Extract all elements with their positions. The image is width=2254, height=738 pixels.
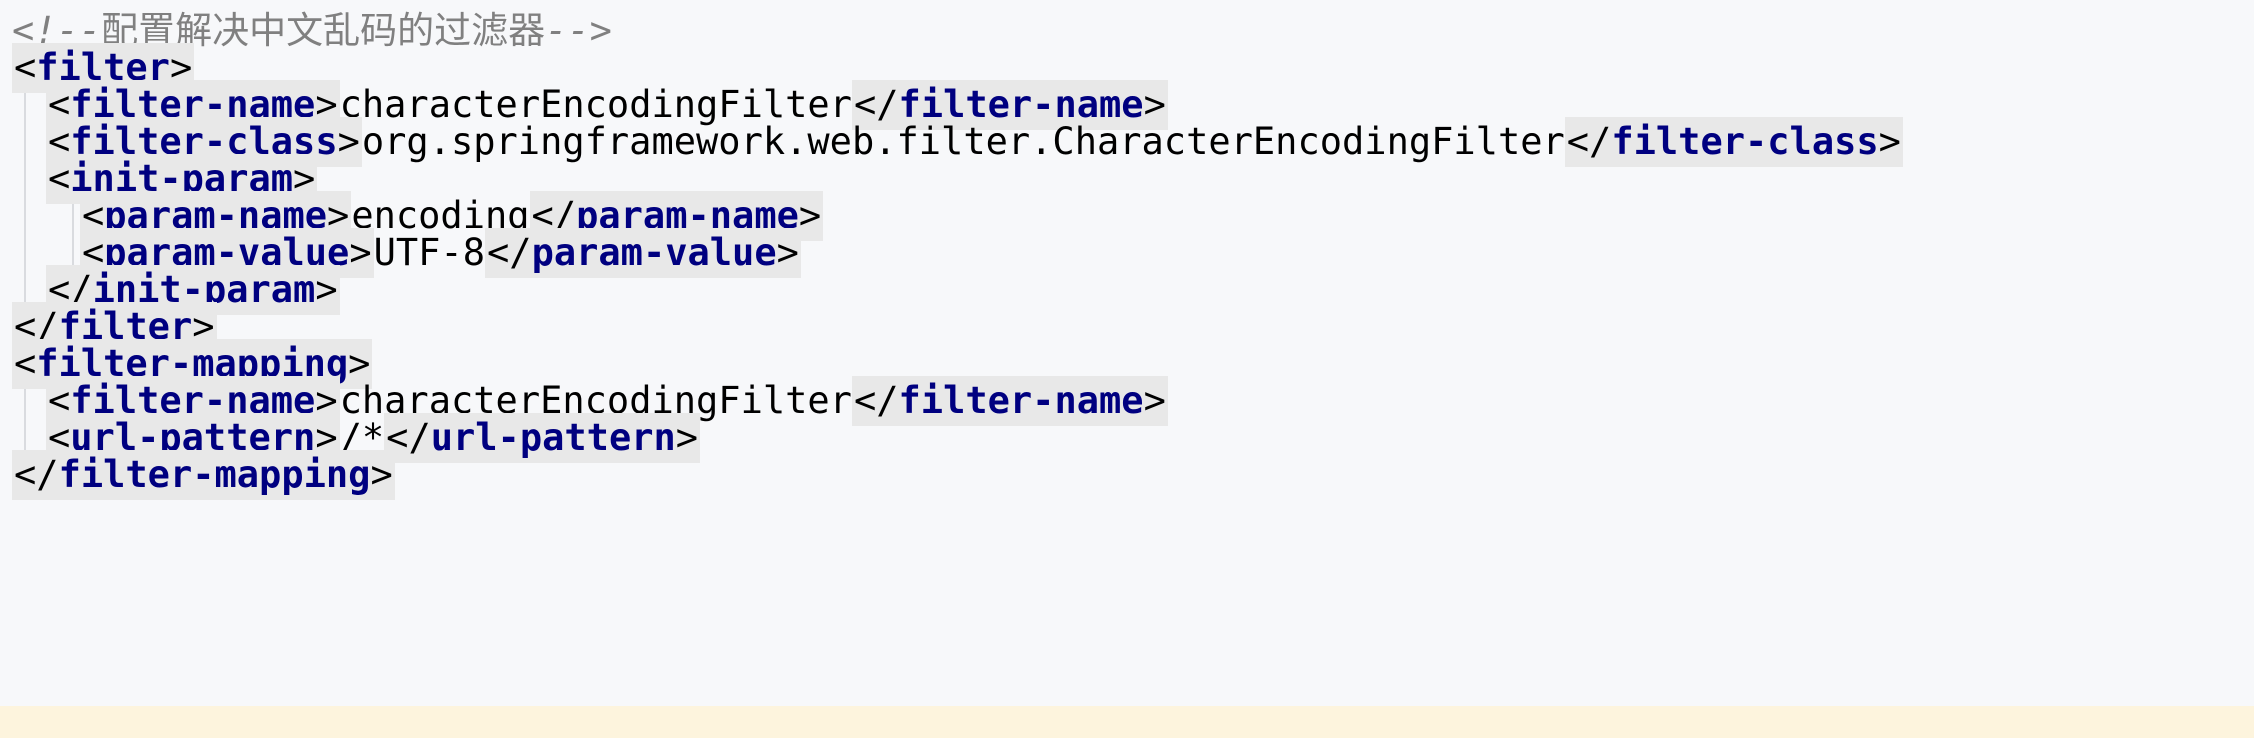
xml-close-tag: </filter-mapping> bbox=[12, 449, 395, 500]
indent-guide bbox=[24, 90, 26, 310]
xml-close-tag: </param-value> bbox=[485, 227, 801, 278]
code-editor[interactable]: <!--配置解决中文乱码的过滤器--> <filter> <filter-nam… bbox=[0, 0, 2254, 738]
xml-text-value: UTF-8 bbox=[373, 230, 485, 274]
xml-text-value: org.springframework.web.filter.Character… bbox=[361, 119, 1565, 163]
code-line: <filter-class> org.springframework.web.fi… bbox=[46, 115, 1903, 168]
current-line-highlight[interactable] bbox=[0, 706, 2254, 738]
xml-close-tag: </filter-class> bbox=[1564, 116, 1903, 167]
code-line: </filter-mapping> bbox=[12, 448, 395, 501]
indent-guide bbox=[24, 384, 26, 454]
xml-close-tag: </url-pattern> bbox=[384, 412, 701, 463]
xml-close-tag: </filter-name> bbox=[851, 375, 1168, 426]
